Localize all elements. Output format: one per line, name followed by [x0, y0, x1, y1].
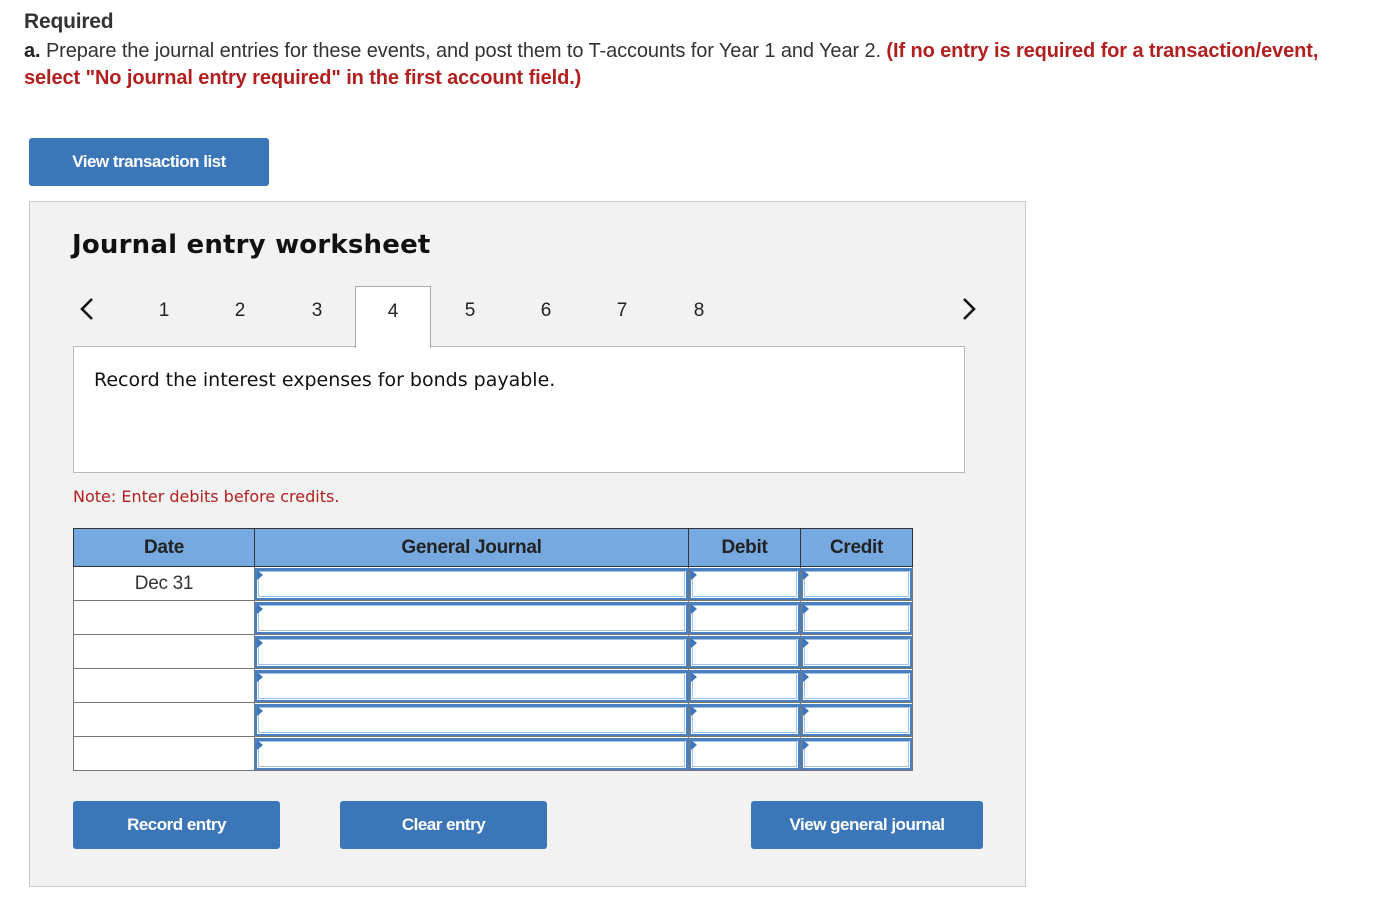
debit-cell [688, 702, 801, 737]
transaction-description-box: Record the interest expenses for bonds p… [73, 346, 965, 473]
prev-tab-button[interactable] [76, 294, 100, 324]
record-entry-button[interactable]: Record entry [73, 801, 280, 849]
view-transaction-list-button[interactable]: View transaction list [29, 138, 269, 186]
table-row [73, 634, 913, 669]
column-header-credit: Credit [800, 528, 913, 567]
credit-cell [800, 668, 913, 703]
account-cell [254, 736, 689, 771]
account-input[interactable] [255, 703, 688, 736]
table-header-row: Date General Journal Debit Credit [73, 528, 913, 567]
debit-cell [688, 600, 801, 635]
credit-input[interactable] [801, 567, 912, 600]
date-cell: Dec 31 [73, 566, 255, 601]
tab-2[interactable]: 2 [202, 286, 278, 347]
credit-input[interactable] [801, 737, 912, 770]
required-heading: Required [24, 10, 114, 33]
date-cell [73, 702, 255, 737]
date-cell [73, 668, 255, 703]
tab-6[interactable]: 6 [508, 286, 584, 347]
worksheet-title: Journal entry worksheet [72, 230, 431, 260]
column-header-general-journal: General Journal [254, 528, 689, 567]
table-row [73, 736, 913, 771]
column-header-date: Date [73, 528, 255, 567]
account-input[interactable] [255, 601, 688, 634]
account-cell [254, 668, 689, 703]
debit-cell [688, 634, 801, 669]
account-cell [254, 702, 689, 737]
credit-cell [800, 702, 913, 737]
debit-input[interactable] [689, 567, 800, 600]
table-row [73, 600, 913, 635]
account-input[interactable] [255, 737, 688, 770]
credit-input[interactable] [801, 703, 912, 736]
chevron-right-icon [963, 298, 976, 320]
debit-cell [688, 736, 801, 771]
debit-credit-note: Note: Enter debits before credits. [73, 487, 340, 506]
debit-input[interactable] [689, 669, 800, 702]
column-header-debit: Debit [688, 528, 801, 567]
debit-input[interactable] [689, 635, 800, 668]
date-cell [73, 600, 255, 635]
credit-cell [800, 634, 913, 669]
table-row [73, 668, 913, 703]
account-input[interactable] [255, 669, 688, 702]
debit-cell [688, 668, 801, 703]
account-input[interactable] [255, 635, 688, 668]
tab-3[interactable]: 3 [279, 286, 355, 347]
tab-8[interactable]: 8 [661, 286, 737, 347]
tab-7[interactable]: 7 [584, 286, 660, 347]
part-label: a. [24, 40, 41, 62]
credit-cell [800, 736, 913, 771]
table-row [73, 702, 913, 737]
transaction-description: Record the interest expenses for bonds p… [94, 369, 556, 391]
debit-input[interactable] [689, 737, 800, 770]
next-tab-button[interactable] [956, 294, 980, 324]
credit-input[interactable] [801, 601, 912, 634]
account-input[interactable] [255, 567, 688, 600]
view-general-journal-button[interactable]: View general journal [751, 801, 983, 849]
clear-entry-button[interactable]: Clear entry [340, 801, 547, 849]
credit-input[interactable] [801, 669, 912, 702]
chevron-left-icon [80, 298, 93, 320]
account-cell [254, 600, 689, 635]
date-cell [73, 634, 255, 669]
credit-input[interactable] [801, 635, 912, 668]
account-cell [254, 634, 689, 669]
account-cell [254, 566, 689, 601]
journal-entry-table: Date General Journal Debit Credit Dec 31 [73, 528, 913, 771]
instruction-text: Prepare the journal entries for these ev… [40, 40, 887, 62]
debit-input[interactable] [689, 703, 800, 736]
debit-cell [688, 566, 801, 601]
instructions: a. Prepare the journal entries for these… [24, 38, 1364, 92]
table-row: Dec 31 [73, 566, 913, 601]
tab-5[interactable]: 5 [432, 286, 508, 347]
date-cell [73, 736, 255, 771]
journal-entry-worksheet: Journal entry worksheet 12345678 Record … [29, 201, 1026, 887]
credit-cell [800, 600, 913, 635]
debit-input[interactable] [689, 601, 800, 634]
tab-1[interactable]: 1 [126, 286, 202, 347]
tab-4[interactable]: 4 [355, 286, 431, 348]
credit-cell [800, 566, 913, 601]
